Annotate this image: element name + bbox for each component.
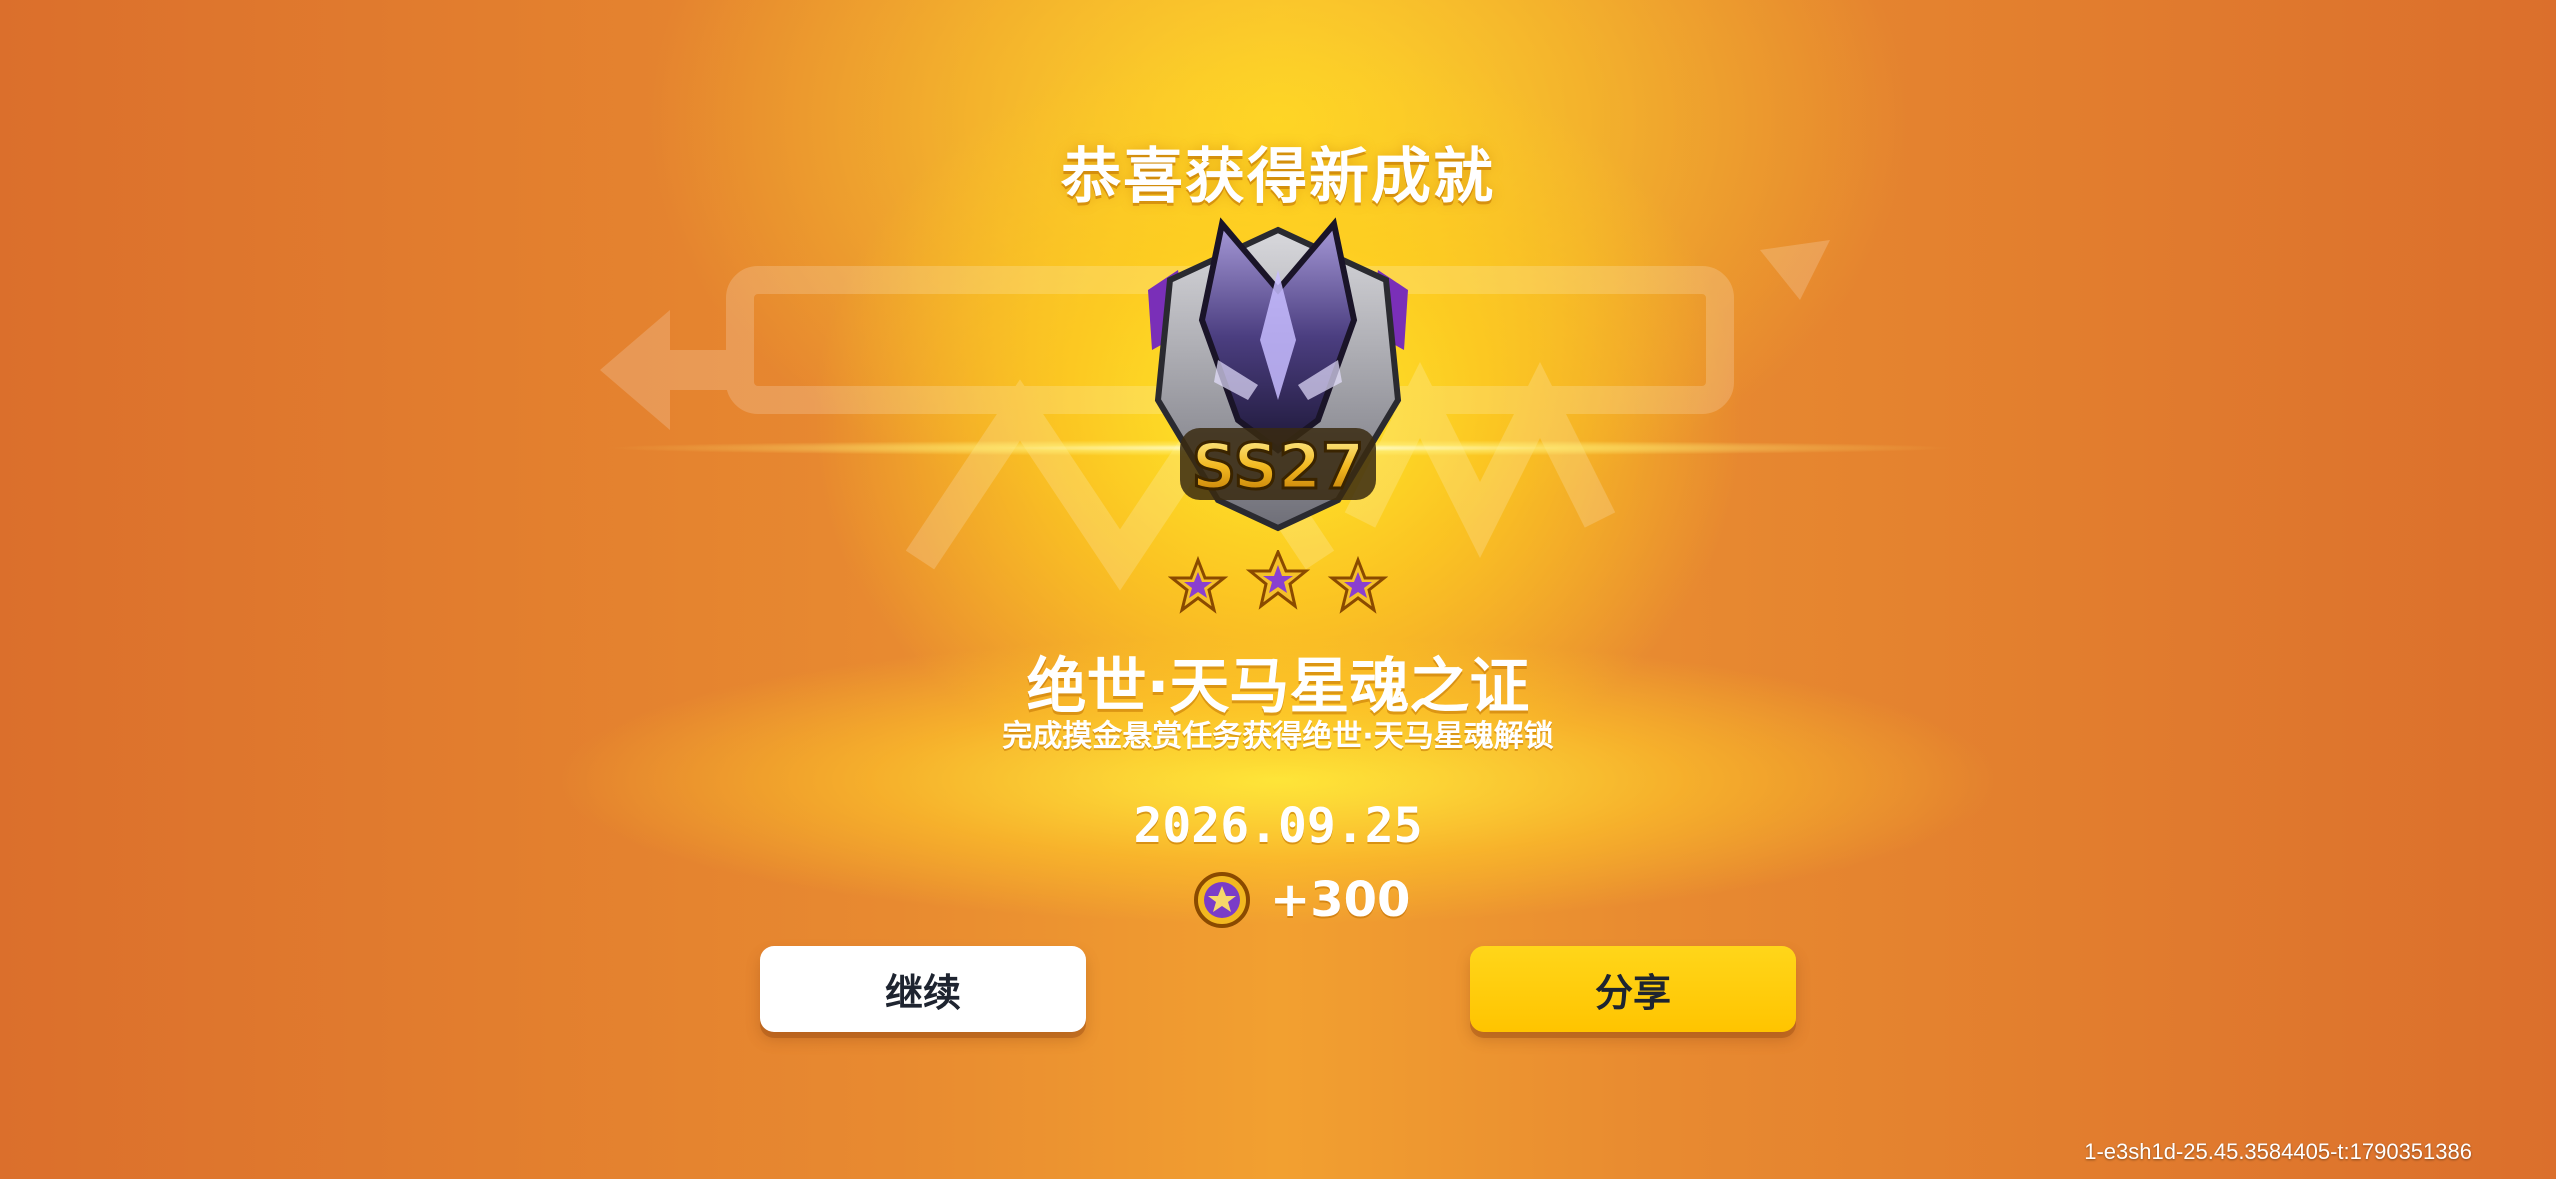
continue-button[interactable]: 继续 <box>760 946 1086 1032</box>
star-icon <box>1168 555 1229 614</box>
achievement-name: 绝世·天马星魂之证 <box>1026 652 1530 722</box>
achievement-date: 2026.09.25 <box>1133 798 1423 854</box>
popup-title: 恭喜获得新成就 <box>1061 142 1495 212</box>
achievement-description: 完成摸金悬赏任务获得绝世·天马星魂解锁 <box>1002 719 1554 754</box>
star-rating <box>1168 550 1388 614</box>
share-button[interactable]: 分享 <box>1470 946 1796 1032</box>
build-id-label: 1-e3sh1d-25.45.3584405-t:1790351386 <box>2084 1139 2472 1164</box>
star-icon <box>1245 550 1311 610</box>
badge-label: SS27 <box>1192 430 1365 503</box>
reward-row: +300 <box>1190 868 1410 932</box>
achievement-badge: SS27 <box>1148 217 1408 532</box>
reward-amount: +300 <box>1270 872 1411 928</box>
star-icon <box>1327 555 1388 614</box>
star-token-icon <box>1194 872 1250 928</box>
